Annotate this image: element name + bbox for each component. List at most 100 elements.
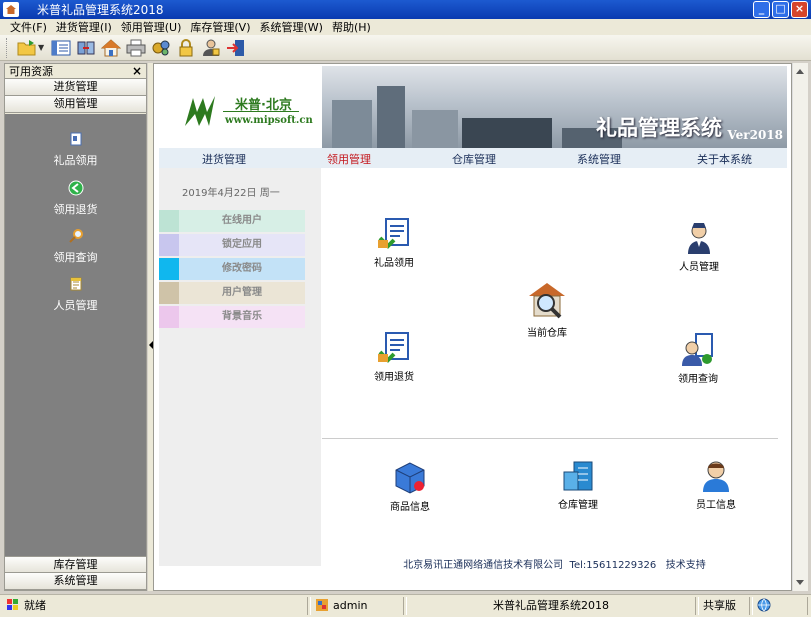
search-icon	[68, 228, 84, 244]
group-system[interactable]: 系统管理	[5, 573, 146, 590]
print-icon[interactable]	[125, 37, 147, 59]
home-icon[interactable]	[100, 37, 122, 59]
menu-issue[interactable]: 领用管理(U)	[121, 19, 182, 35]
list-icon[interactable]	[50, 37, 72, 59]
minimize-button[interactable]: _	[753, 1, 770, 18]
nav-item-return[interactable]: 领用退货	[5, 180, 146, 217]
menu-inventory[interactable]: 库存管理(V)	[190, 19, 250, 35]
resource-panel-body: 礼品领用 领用退货 领用查询 人员管理	[5, 114, 146, 556]
user-lock-icon[interactable]	[200, 37, 222, 59]
lock-icon[interactable]	[175, 37, 197, 59]
staff-tile[interactable]: 人员管理	[679, 220, 719, 273]
tile-label: 礼品领用	[374, 258, 414, 269]
nav-item-query[interactable]: 领用查询	[5, 228, 146, 265]
nav-item-staff[interactable]: 人员管理	[5, 276, 146, 313]
mipsoft-logo-icon	[185, 96, 215, 126]
laptop-shape	[462, 118, 552, 148]
menu-help[interactable]: 帮助(H)	[332, 19, 371, 35]
color-mark	[159, 234, 179, 256]
tile-label: 商品信息	[390, 502, 430, 513]
main-content: 米普·北京 www.mipsoft.cn 礼品管理系统 Ver2018 进货管理…	[153, 63, 792, 591]
banner-image: 礼品管理系统 Ver2018	[322, 66, 787, 148]
change-password-button[interactable]: 修改密码	[159, 258, 305, 280]
banner-title: 礼品管理系统	[596, 115, 722, 140]
goods-info-tile[interactable]: 商品信息	[390, 460, 430, 513]
nav-item-label: 礼品领用	[53, 154, 98, 167]
warehouse-mgmt-tile[interactable]: 仓库管理	[558, 458, 598, 511]
status-user: admin	[310, 597, 404, 615]
windows-flag-icon	[6, 598, 20, 612]
nav-purchase[interactable]: 进货管理	[202, 151, 246, 167]
exit-icon[interactable]	[225, 37, 247, 59]
nav-system[interactable]: 系统管理	[577, 151, 621, 167]
status-edition: 共享版	[698, 597, 750, 615]
nav-warehouse[interactable]: 仓库管理	[452, 151, 496, 167]
staff-doc-icon	[68, 276, 84, 292]
vertical-scrollbar[interactable]	[792, 63, 808, 591]
internet-globe-icon	[757, 598, 771, 612]
button-label: 背景音乐	[179, 306, 305, 328]
tile-label: 当前仓库	[527, 328, 567, 339]
menu-system[interactable]: 系统管理(W)	[260, 19, 323, 35]
open-folder-icon[interactable]	[16, 37, 38, 59]
return-doc-icon	[376, 330, 412, 366]
current-warehouse-tile[interactable]: 当前仓库	[526, 280, 568, 339]
gift-issue-tile[interactable]: 礼品领用	[374, 216, 414, 269]
lock-app-button[interactable]: 锁定应用	[159, 234, 305, 256]
nav-item-label: 领用退货	[53, 203, 98, 216]
button-label: 在线用户	[179, 210, 305, 232]
scroll-down-icon[interactable]	[796, 580, 804, 585]
maximize-button[interactable]: □	[772, 1, 789, 18]
group-inventory[interactable]: 库存管理	[5, 556, 146, 573]
company-footer: 北京易讯正通网络通信技术有限公司 Tel:15611229326 技术支持	[322, 556, 787, 571]
gift-issue-icon	[376, 216, 412, 252]
group-issue[interactable]: 领用管理	[5, 96, 146, 113]
status-text: 就绪	[24, 599, 46, 612]
scroll-up-icon[interactable]	[796, 69, 804, 74]
current-date: 2019年4月22日 周一	[182, 188, 280, 199]
menu-file[interactable]: 文件(F)	[10, 19, 47, 35]
tile-label: 员工信息	[696, 500, 736, 511]
panel-close-icon[interactable]: ×	[132, 64, 142, 78]
color-mark	[159, 306, 179, 328]
menu-purchase[interactable]: 进货管理(I)	[56, 19, 112, 35]
window-title: 米普礼品管理系统2018	[37, 3, 164, 17]
close-button[interactable]: ×	[791, 1, 808, 18]
employee-info-tile[interactable]: 员工信息	[696, 458, 736, 511]
app-home-icon[interactable]	[3, 2, 19, 17]
resource-panel: 可用资源 × 进货管理 领用管理 礼品领用 领用退货 领用查询 人员管理 库存管…	[4, 63, 147, 591]
building-shape	[332, 100, 372, 148]
title-bar: 米普礼品管理系统2018 _ □ ×	[0, 0, 811, 19]
settings-icon[interactable]	[150, 37, 172, 59]
resource-panel-header: 可用资源 ×	[5, 64, 146, 79]
status-state: 就绪	[2, 597, 308, 615]
button-label: 用户管理	[179, 282, 305, 304]
logo-url: www.mipsoft.cn	[225, 115, 313, 126]
company-phone: Tel:15611229326	[569, 560, 657, 571]
return-tile[interactable]: 领用退货	[374, 330, 414, 383]
group-purchase[interactable]: 进货管理	[5, 79, 146, 96]
nav-issue[interactable]: 领用管理	[327, 151, 371, 167]
background-music-button[interactable]: 背景音乐	[159, 306, 305, 328]
transfer-icon[interactable]	[75, 37, 97, 59]
status-bar: 就绪 admin 米普礼品管理系统2018 共享版	[0, 594, 811, 617]
tile-label: 领用查询	[678, 374, 718, 385]
online-users-button[interactable]: 在线用户	[159, 210, 305, 232]
button-label: 修改密码	[179, 258, 305, 280]
quick-sidebar: 2019年4月22日 周一 在线用户 锁定应用 修改密码 用户管理 背景音乐	[159, 168, 321, 566]
warehouse-search-icon	[526, 280, 568, 322]
color-mark	[159, 210, 179, 232]
dropdown-arrow-icon[interactable]: ▼	[38, 43, 44, 52]
tile-label: 领用退货	[374, 372, 414, 383]
toolbar-grip[interactable]	[6, 37, 9, 58]
building-shape	[412, 110, 458, 148]
tech-support-link[interactable]: 技术支持	[666, 560, 706, 571]
nav-item-gift-issue[interactable]: 礼品领用	[5, 131, 146, 168]
employee-icon	[698, 458, 734, 494]
tile-label: 人员管理	[679, 262, 719, 273]
people-search-icon	[680, 332, 716, 368]
user-management-button[interactable]: 用户管理	[159, 282, 305, 304]
nav-about[interactable]: 关于本系统	[697, 151, 752, 167]
box-icon	[392, 460, 428, 496]
query-tile[interactable]: 领用查询	[678, 332, 718, 385]
